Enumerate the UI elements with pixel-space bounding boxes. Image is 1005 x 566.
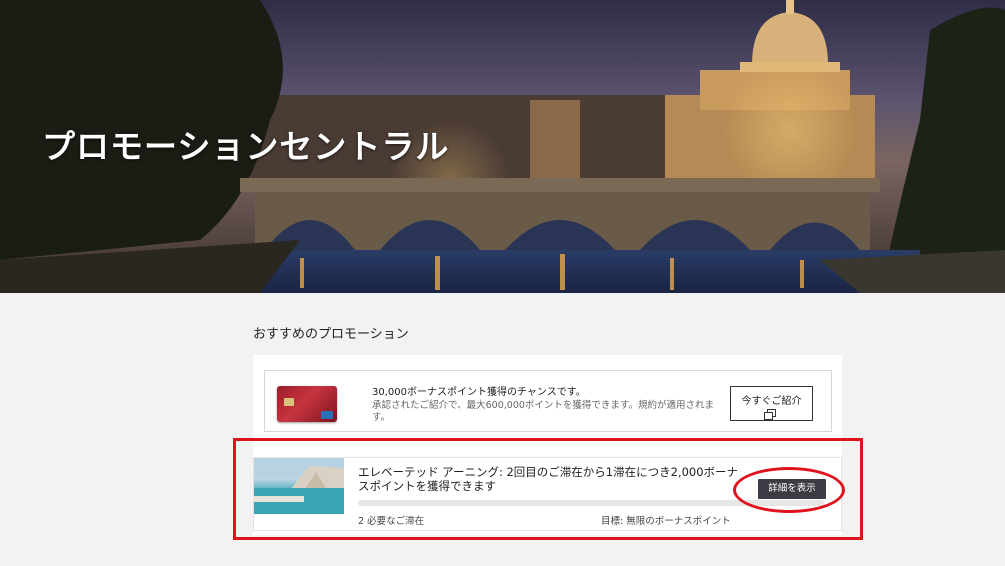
promo-goal: 目標: 無限のボーナスポイント	[601, 516, 731, 527]
page-title: プロモーションセントラル	[42, 127, 450, 166]
refer-now-button[interactable]: 今すぐご紹介	[730, 386, 813, 421]
promo-card-referral: 30,000ボーナスポイント獲得のチャンスです。 承認されたご紹介で、最大600…	[264, 370, 832, 432]
pool-image	[254, 458, 344, 514]
card-logo-icon	[321, 411, 333, 419]
stays-required: 2 必要なご滞在	[358, 516, 425, 527]
promo-description: 承認されたご紹介で、最大600,000ポイントを獲得できます。規約が適用されます…	[372, 400, 714, 423]
view-details-button[interactable]: 詳細を表示	[758, 479, 826, 499]
card-chip-icon	[284, 398, 294, 406]
stay-progress-bar	[358, 500, 824, 506]
external-link-icon	[764, 409, 776, 420]
section-title: おすすめのプロモーション	[253, 327, 409, 342]
hero-banner: プロモーションセントラル	[0, 0, 1005, 293]
credit-card-image	[277, 386, 337, 422]
promo-card-elevated-earning: エレベーテッド アーニング: 2回目のご滞在から1滞在につき2,000ボーナスポ…	[253, 457, 842, 531]
promo-title: 30,000ボーナスポイント獲得のチャンスです。	[372, 387, 586, 398]
promo-title: エレベーテッド アーニング: 2回目のご滞在から1滞在につき2,000ボーナスポ…	[358, 465, 739, 493]
refer-now-label: 今すぐご紹介	[741, 396, 802, 407]
